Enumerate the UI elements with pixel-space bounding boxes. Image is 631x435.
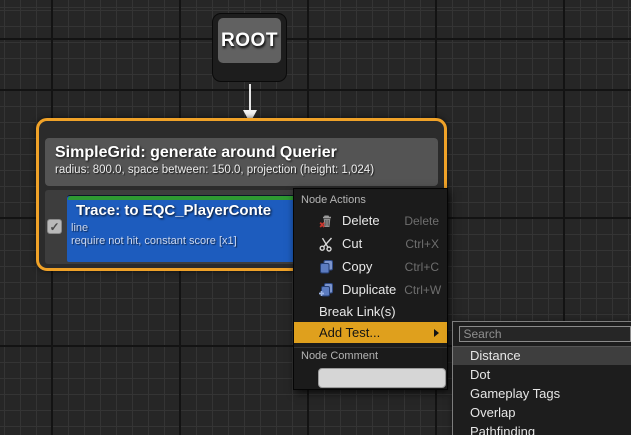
node-comment-input[interactable] bbox=[318, 368, 446, 388]
menu-item-break-links[interactable]: Break Link(s) bbox=[294, 301, 447, 322]
cut-icon bbox=[318, 236, 335, 252]
submenu-expand-icon bbox=[434, 328, 439, 337]
checkmark-icon: ✓ bbox=[49, 219, 60, 234]
node-comment-section-title: Node Comment bbox=[301, 350, 379, 362]
submenu-item-gameplay-tags[interactable]: Gameplay Tags bbox=[453, 384, 631, 403]
submenu-item-distance[interactable]: Distance bbox=[453, 346, 631, 365]
eqs-graph-canvas[interactable]: ROOT SimpleGrid: generate around Querier… bbox=[0, 0, 631, 435]
delete-icon bbox=[318, 213, 335, 229]
menu-item-add-test[interactable]: Add Test... bbox=[294, 322, 447, 343]
test-enabled-checkbox[interactable]: ✓ bbox=[47, 219, 62, 234]
shortcut-label: Ctrl+C bbox=[404, 259, 439, 274]
menu-item-delete[interactable]: Delete Delete bbox=[294, 209, 447, 232]
context-menu-section-title: Node Actions bbox=[301, 194, 366, 206]
root-node-title: ROOT bbox=[221, 29, 278, 51]
root-node[interactable]: ROOT bbox=[212, 13, 287, 82]
shortcut-label: Ctrl+X bbox=[405, 236, 439, 251]
duplicate-icon bbox=[318, 282, 335, 298]
generator-node-title: SimpleGrid: generate around Querier bbox=[55, 144, 337, 161]
submenu-item-pathfinding[interactable]: Pathfinding bbox=[453, 422, 631, 435]
menu-item-copy[interactable]: Copy Ctrl+C bbox=[294, 255, 447, 278]
add-test-submenu: Distance Dot Gameplay Tags Overlap Pathf… bbox=[452, 321, 631, 435]
search-input[interactable] bbox=[458, 326, 631, 342]
submenu-item-dot[interactable]: Dot bbox=[453, 365, 631, 384]
menu-item-duplicate[interactable]: Duplicate Ctrl+W bbox=[294, 278, 447, 301]
generator-node-header: SimpleGrid: generate around Querier radi… bbox=[45, 138, 438, 186]
copy-icon bbox=[318, 259, 335, 275]
shortcut-label: Delete bbox=[404, 213, 439, 228]
submenu-item-overlap[interactable]: Overlap bbox=[453, 403, 631, 422]
generator-node-subtitle: radius: 800.0, space between: 150.0, pro… bbox=[55, 164, 375, 176]
node-actions-context-menu: Node Actions Delete Delete Cut Ctrl+X Co… bbox=[293, 188, 448, 390]
menu-item-cut[interactable]: Cut Ctrl+X bbox=[294, 232, 447, 255]
root-node-header: ROOT bbox=[218, 18, 281, 63]
shortcut-label: Ctrl+W bbox=[404, 282, 442, 297]
